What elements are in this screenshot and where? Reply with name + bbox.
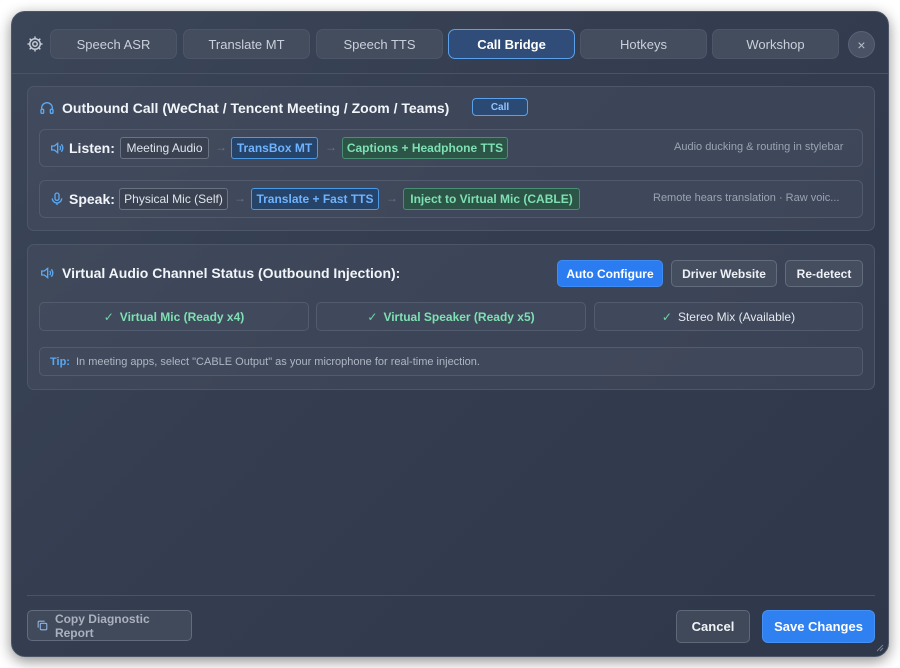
listen-row: Listen: Meeting Audio → TransBox MT → Ca… xyxy=(39,129,863,167)
status-label: Virtual Mic (Ready x4) xyxy=(119,309,245,324)
virtual-speaker-status: ✓ Virtual Speaker (Ready x5) xyxy=(316,302,586,331)
check-icon: ✓ xyxy=(103,309,114,324)
listen-output-chip: Captions + Headphone TTS xyxy=(342,137,508,159)
listen-source-chip: Meeting Audio xyxy=(120,137,209,159)
arrow-icon: → xyxy=(215,140,227,154)
listen-engine-chip: TransBox MT xyxy=(231,137,318,159)
cancel-button[interactable]: Cancel xyxy=(676,610,750,643)
tab-call-bridge[interactable]: Call Bridge xyxy=(448,29,575,59)
speak-engine-chip: Translate + Fast TTS xyxy=(251,188,379,210)
stereo-mix-status: ✓ Stereo Mix (Available) xyxy=(594,302,863,331)
listen-note: Audio ducking & routing in stylebar xyxy=(674,141,844,153)
outbound-call-section: Outbound Call (WeChat / Tencent Meeting … xyxy=(27,86,875,231)
arrow-icon: → xyxy=(386,191,398,205)
tab-speech-tts[interactable]: Speech TTS xyxy=(316,29,443,59)
outbound-call-title: Outbound Call (WeChat / Tencent Meeting … xyxy=(62,100,450,116)
close-button[interactable]: × xyxy=(848,31,875,58)
tab-bar: Speech ASR Translate MT Speech TTS Call … xyxy=(12,12,888,74)
gear-icon[interactable] xyxy=(26,35,44,53)
speaker-icon xyxy=(41,266,54,280)
redetect-button[interactable]: Re-detect xyxy=(785,260,863,287)
virtual-audio-title: Virtual Audio Channel Status (Outbound I… xyxy=(62,265,401,281)
speak-row: Speak: Physical Mic (Self) → Translate +… xyxy=(39,180,863,218)
copy-icon xyxy=(37,620,48,631)
speak-note: Remote hears translation · Raw voic... xyxy=(653,192,840,204)
check-icon: ✓ xyxy=(367,309,378,324)
speak-label: Speak: xyxy=(69,191,115,207)
footer-divider xyxy=(27,595,875,596)
arrow-icon: → xyxy=(325,140,337,154)
listen-label: Listen: xyxy=(69,140,115,156)
tip-text: In meeting apps, select "CABLE Output" a… xyxy=(75,355,480,368)
copy-diagnostic-label: Copy Diagnostic Report xyxy=(54,611,150,640)
speak-output-chip: Inject to Virtual Mic (CABLE) xyxy=(403,188,580,210)
close-icon: × xyxy=(857,36,866,53)
status-label: Stereo Mix (Available) xyxy=(677,309,796,324)
virtual-audio-section: Virtual Audio Channel Status (Outbound I… xyxy=(27,244,875,390)
resize-grip-icon[interactable] xyxy=(874,642,884,652)
tip-label: Tip: xyxy=(50,355,70,368)
check-icon: ✓ xyxy=(661,309,672,324)
microphone-icon xyxy=(51,192,63,205)
tab-hotkeys[interactable]: Hotkeys xyxy=(580,29,707,59)
arrow-icon: → xyxy=(234,191,246,205)
call-badge: Call xyxy=(472,98,528,116)
tab-translate-mt[interactable]: Translate MT xyxy=(183,29,310,59)
driver-website-button[interactable]: Driver Website xyxy=(671,260,777,287)
headphones-icon xyxy=(40,102,54,114)
save-button[interactable]: Save Changes xyxy=(762,610,875,643)
tip-box: Tip: In meeting apps, select "CABLE Outp… xyxy=(39,347,863,376)
copy-diagnostic-button[interactable]: Copy Diagnostic Report xyxy=(27,610,192,641)
tab-workshop[interactable]: Workshop xyxy=(712,29,839,59)
speak-source-chip: Physical Mic (Self) xyxy=(119,188,228,210)
status-label: Virtual Speaker (Ready x5) xyxy=(383,309,535,324)
virtual-mic-status: ✓ Virtual Mic (Ready x4) xyxy=(39,302,309,331)
settings-window: Speech ASR Translate MT Speech TTS Call … xyxy=(11,11,889,657)
tab-speech-asr[interactable]: Speech ASR xyxy=(50,29,177,59)
speaker-icon xyxy=(51,141,64,155)
auto-configure-button[interactable]: Auto Configure xyxy=(557,260,663,287)
